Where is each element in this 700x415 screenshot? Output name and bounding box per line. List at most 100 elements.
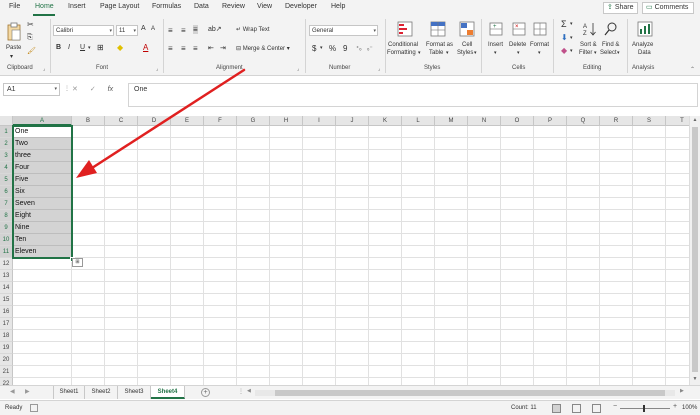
scroll-up-icon[interactable]: ▲ (690, 116, 700, 125)
cell-p21[interactable] (534, 366, 567, 378)
column-header-j[interactable]: J (336, 116, 369, 126)
cell-b2[interactable] (72, 138, 105, 150)
cell-l1[interactable] (402, 126, 435, 138)
cell-r22[interactable] (600, 378, 633, 385)
cell-r6[interactable] (600, 186, 633, 198)
align-right-icon[interactable]: ≡ (193, 44, 198, 53)
cell-c21[interactable] (105, 366, 138, 378)
cell-r2[interactable] (600, 138, 633, 150)
cell-o5[interactable] (501, 174, 534, 186)
row-header-15[interactable]: 15 (0, 294, 13, 306)
vertical-scroll-thumb[interactable] (692, 127, 698, 372)
cell-e19[interactable] (171, 342, 204, 354)
cell-i11[interactable] (303, 246, 336, 258)
cell-t18[interactable] (666, 330, 689, 342)
cell-j17[interactable] (336, 318, 369, 330)
cell-a4[interactable]: Four (13, 162, 72, 174)
cell-f9[interactable] (204, 222, 237, 234)
cell-f5[interactable] (204, 174, 237, 186)
tab-review[interactable]: Review (222, 3, 245, 10)
cell-l14[interactable] (402, 282, 435, 294)
cell-n11[interactable] (468, 246, 501, 258)
cell-d2[interactable] (138, 138, 171, 150)
cell-d18[interactable] (138, 330, 171, 342)
cell-e15[interactable] (171, 294, 204, 306)
cell-k19[interactable] (369, 342, 402, 354)
column-header-i[interactable]: I (303, 116, 336, 126)
cell-q10[interactable] (567, 234, 600, 246)
find-select-line2[interactable]: Select (600, 49, 617, 57)
conditional-formatting-icon[interactable] (396, 20, 414, 38)
fill-icon[interactable]: ⬇ (561, 33, 568, 42)
cell-s13[interactable] (633, 270, 666, 282)
chevron-down-icon[interactable]: ▾ (88, 45, 91, 51)
cell-n10[interactable] (468, 234, 501, 246)
column-header-e[interactable]: E (171, 116, 204, 126)
cell-a8[interactable]: Eight (13, 210, 72, 222)
cell-t15[interactable] (666, 294, 689, 306)
format-as-table-line2[interactable]: Table (429, 49, 443, 57)
cell-n15[interactable] (468, 294, 501, 306)
cell-e7[interactable] (171, 198, 204, 210)
add-sheet-button[interactable]: + (201, 388, 210, 397)
cell-o18[interactable] (501, 330, 534, 342)
cell-q2[interactable] (567, 138, 600, 150)
cell-q7[interactable] (567, 198, 600, 210)
paste-icon[interactable] (5, 21, 23, 43)
row-header-16[interactable]: 16 (0, 306, 13, 318)
row-header-4[interactable]: 4 (0, 162, 13, 174)
align-center-icon[interactable]: ≡ (181, 44, 186, 53)
cell-k4[interactable] (369, 162, 402, 174)
row-header-1[interactable]: 1 (0, 126, 13, 138)
cell-k7[interactable] (369, 198, 402, 210)
cell-k22[interactable] (369, 378, 402, 385)
macro-record-icon[interactable] (30, 404, 38, 412)
tab-home[interactable]: Home (35, 3, 54, 10)
cell-f16[interactable] (204, 306, 237, 318)
cell-g4[interactable] (237, 162, 270, 174)
cell-c9[interactable] (105, 222, 138, 234)
cell-i20[interactable] (303, 354, 336, 366)
cell-d12[interactable] (138, 258, 171, 270)
cell-f3[interactable] (204, 150, 237, 162)
cell-b9[interactable] (72, 222, 105, 234)
cell-p12[interactable] (534, 258, 567, 270)
cell-l5[interactable] (402, 174, 435, 186)
cell-k10[interactable] (369, 234, 402, 246)
cell-f11[interactable] (204, 246, 237, 258)
cell-b22[interactable] (72, 378, 105, 385)
cell-c19[interactable] (105, 342, 138, 354)
cell-e10[interactable] (171, 234, 204, 246)
cell-n19[interactable] (468, 342, 501, 354)
cell-d11[interactable] (138, 246, 171, 258)
cell-t2[interactable] (666, 138, 689, 150)
cell-r20[interactable] (600, 354, 633, 366)
cell-p11[interactable] (534, 246, 567, 258)
cell-h6[interactable] (270, 186, 303, 198)
cell-j12[interactable] (336, 258, 369, 270)
cell-t21[interactable] (666, 366, 689, 378)
cell-n1[interactable] (468, 126, 501, 138)
cell-l10[interactable] (402, 234, 435, 246)
cancel-icon[interactable]: ✕ (72, 86, 78, 93)
cell-c18[interactable] (105, 330, 138, 342)
cell-l15[interactable] (402, 294, 435, 306)
column-header-h[interactable]: H (270, 116, 303, 126)
cell-g8[interactable] (237, 210, 270, 222)
column-header-m[interactable]: M (435, 116, 468, 126)
vertical-scrollbar[interactable]: ▲ ▼ (689, 116, 700, 385)
column-header-d[interactable]: D (138, 116, 171, 126)
cell-q11[interactable] (567, 246, 600, 258)
alignment-launcher-icon[interactable]: ⌟ (297, 66, 299, 72)
font-launcher-icon[interactable]: ⌟ (156, 66, 158, 72)
cell-s10[interactable] (633, 234, 666, 246)
cell-b15[interactable] (72, 294, 105, 306)
cell-m22[interactable] (435, 378, 468, 385)
cell-f17[interactable] (204, 318, 237, 330)
cell-g18[interactable] (237, 330, 270, 342)
cell-q18[interactable] (567, 330, 600, 342)
cell-t11[interactable] (666, 246, 689, 258)
sort-filter-icon[interactable]: AZ (582, 20, 598, 38)
column-header-p[interactable]: P (534, 116, 567, 126)
cell-g10[interactable] (237, 234, 270, 246)
